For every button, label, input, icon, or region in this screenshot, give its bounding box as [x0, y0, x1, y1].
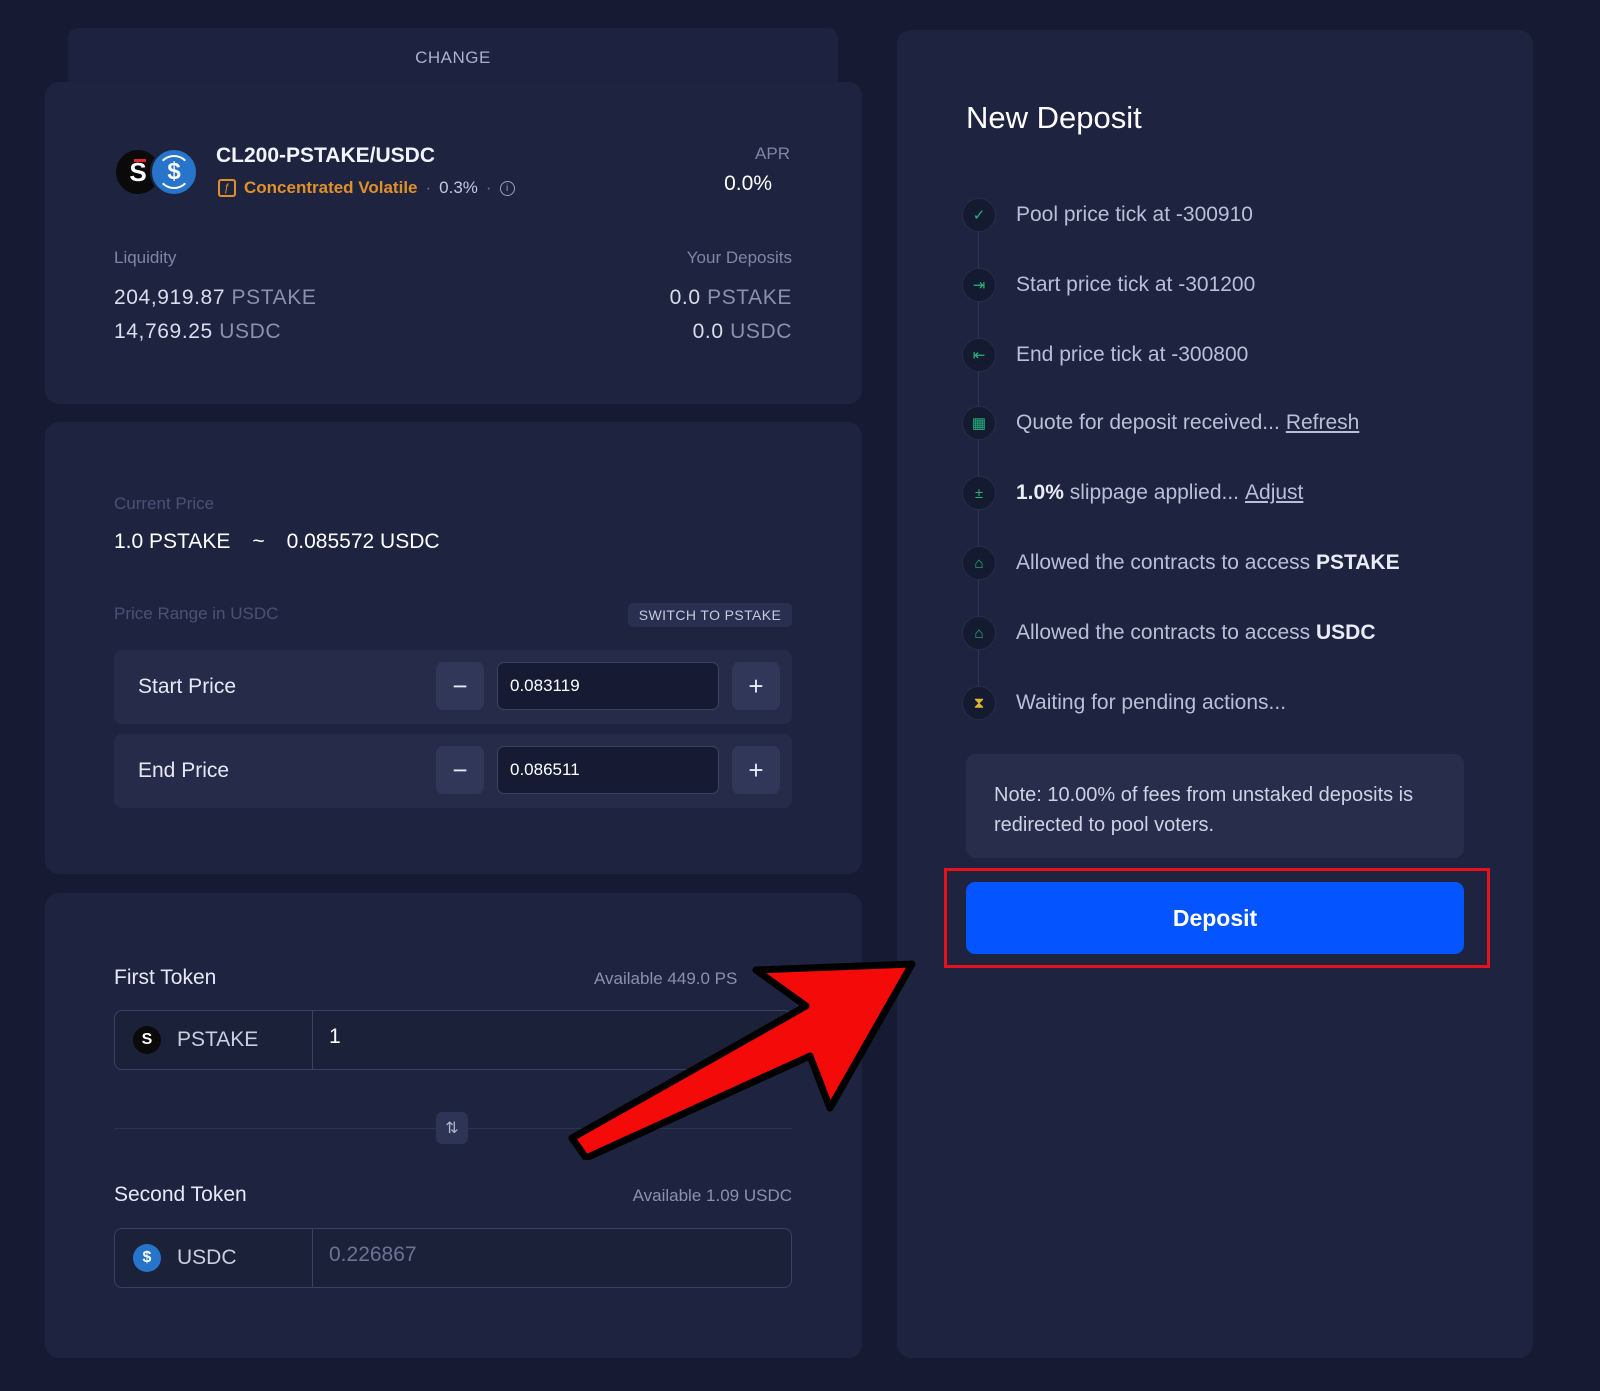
your-deposits-label: Your Deposits — [686, 248, 792, 267]
start-price-row: Start Price − + — [114, 650, 792, 724]
deposit-unit: PSTAKE — [707, 286, 792, 309]
step-quote: ▦ Quote for deposit received... Refresh — [962, 406, 1359, 440]
step-end-tick: ⇤ End price tick at -300800 — [962, 338, 1248, 372]
second-token-symbol: USDC — [177, 1246, 237, 1269]
end-price-label: End Price — [138, 759, 230, 782]
switch-to-pstake-button[interactable]: SWITCH TO PSTAKE — [628, 603, 792, 627]
current-price-quote: 0.085572 USDC — [286, 530, 440, 553]
step-pending: ⧗ Waiting for pending actions... — [962, 686, 1286, 720]
liquidity-amount: 14,769.25 — [114, 320, 213, 343]
second-token-available[interactable]: Available 1.09 USDC — [633, 1186, 792, 1206]
pstake-icon: S — [133, 1026, 161, 1054]
slippage-text: slippage applied... — [1063, 481, 1240, 504]
allow-token: PSTAKE — [1315, 551, 1400, 574]
price-range-label: Price Range in USDC — [114, 604, 279, 623]
annotation-arrow-icon — [568, 960, 916, 1160]
second-token-label: Second Token — [114, 1183, 247, 1206]
end-price-decrement-button[interactable]: − — [436, 746, 484, 794]
step-allow-usdc: ⌂ Allowed the contracts to access USDC — [962, 616, 1376, 650]
current-price-label: Current Price — [114, 494, 215, 513]
check-icon: ✓ — [962, 198, 996, 232]
calculator-icon: ▦ — [962, 406, 996, 440]
current-price-base: 1.0 PSTAKE — [114, 530, 231, 553]
fees-note: Note: 10.00% of fees from unstaked depos… — [966, 754, 1464, 858]
log-in-icon: ⇤ — [962, 338, 996, 372]
first-token-symbol: PSTAKE — [177, 1028, 259, 1051]
apr-label: APR — [755, 144, 790, 163]
allow-text: Allowed the contracts to access — [1016, 551, 1316, 574]
new-deposit-title: New Deposit — [966, 100, 1142, 135]
step-slippage: ± 1.0% slippage applied... Adjust — [962, 476, 1303, 510]
second-token-amount-input[interactable]: 0.226867 — [329, 1243, 417, 1267]
usdc-icon: $ — [133, 1244, 161, 1272]
step-start-tick: ⇥ Start price tick at -301200 — [962, 268, 1255, 302]
usdc-logo-icon: $ — [150, 148, 198, 196]
step-text: 1.0% slippage applied... Adjust — [1016, 481, 1303, 505]
slippage-value: 1.0% — [1016, 481, 1064, 504]
step-allow-pstake: ⌂ Allowed the contracts to access PSTAKE — [962, 546, 1400, 580]
unlock-icon: ⌂ — [962, 616, 996, 650]
apr-value: 0.0% — [724, 172, 772, 195]
current-price: 1.0 PSTAKE ~ 0.085572 USDC — [114, 530, 440, 554]
pool-type: ƒ Concentrated Volatile · 0.3% · i — [218, 178, 515, 198]
pool-fee: 0.3% — [439, 178, 478, 197]
liquidity-usdc: 14,769.25 USDC — [114, 320, 281, 344]
step-text: Start price tick at -301200 — [1016, 273, 1256, 296]
pool-logos: S $ — [114, 148, 204, 196]
swap-tokens-icon[interactable]: ⇅ — [436, 1112, 468, 1144]
start-price-increment-button[interactable]: + — [732, 662, 780, 710]
step-text: Pool price tick at -300910 — [1016, 203, 1253, 226]
allow-text: Allowed the contracts to access — [1016, 621, 1316, 644]
second-token-selector[interactable]: $ USDC — [115, 1229, 313, 1287]
allow-token: USDC — [1315, 621, 1376, 644]
step-text: Quote for deposit received... Refresh — [1016, 411, 1359, 435]
refresh-link[interactable]: Refresh — [1286, 411, 1360, 434]
first-token-label: First Token — [114, 966, 217, 989]
change-tab-label: CHANGE — [415, 48, 491, 67]
step-quote-text: Quote for deposit received... — [1016, 411, 1280, 434]
pool-name: CL200-PSTAKE/USDC — [216, 144, 435, 167]
step-text: Allowed the contracts to access PSTAKE — [1016, 551, 1400, 575]
deposit-amount: 0.0 — [669, 286, 701, 309]
liquidity-unit: PSTAKE — [231, 286, 317, 309]
unlock-icon: ⌂ — [962, 546, 996, 580]
deposit-button[interactable]: Deposit — [966, 882, 1464, 954]
first-token-amount-input[interactable]: 1 — [329, 1025, 341, 1049]
current-price-separator: ~ — [252, 530, 265, 553]
info-icon[interactable]: i — [499, 180, 515, 196]
adjust-link[interactable]: Adjust — [1245, 481, 1303, 504]
liquidity-pstake: 204,919.87 PSTAKE — [114, 286, 316, 310]
step-text: End price tick at -300800 — [1016, 343, 1249, 366]
start-price-input[interactable] — [497, 662, 719, 710]
separator-dot: · — [425, 178, 432, 197]
start-price-label: Start Price — [138, 675, 237, 698]
liquidity-label: Liquidity — [114, 248, 177, 267]
step-text: Allowed the contracts to access USDC — [1016, 621, 1376, 645]
deposit-unit: USDC — [730, 320, 792, 343]
change-tab[interactable]: CHANGE — [68, 28, 838, 88]
end-price-row: End Price − + — [114, 734, 792, 808]
step-text: Waiting for pending actions... — [1016, 691, 1287, 714]
plus-minus-icon: ± — [962, 476, 996, 510]
second-token-row: $ USDC 0.226867 — [114, 1228, 792, 1288]
start-price-decrement-button[interactable]: − — [436, 662, 484, 710]
liquidity-unit: USDC — [219, 320, 282, 343]
pool-card — [45, 82, 862, 404]
deposit-pstake: 0.0 PSTAKE — [670, 286, 792, 310]
end-price-increment-button[interactable]: + — [732, 746, 780, 794]
pool-type-label: Concentrated Volatile — [244, 178, 418, 197]
log-out-icon: ⇥ — [962, 268, 996, 302]
volatile-icon: ƒ — [218, 179, 236, 197]
hourglass-icon: ⧗ — [962, 686, 996, 720]
end-price-input[interactable] — [497, 746, 719, 794]
step-pool-price: ✓ Pool price tick at -300910 — [962, 198, 1253, 232]
deposit-amount: 0.0 — [692, 320, 724, 343]
deposit-usdc: 0.0 USDC — [693, 320, 792, 344]
liquidity-amount: 204,919.87 — [114, 286, 226, 309]
first-token-selector[interactable]: S PSTAKE — [115, 1011, 313, 1069]
separator-dot: · — [485, 178, 492, 197]
